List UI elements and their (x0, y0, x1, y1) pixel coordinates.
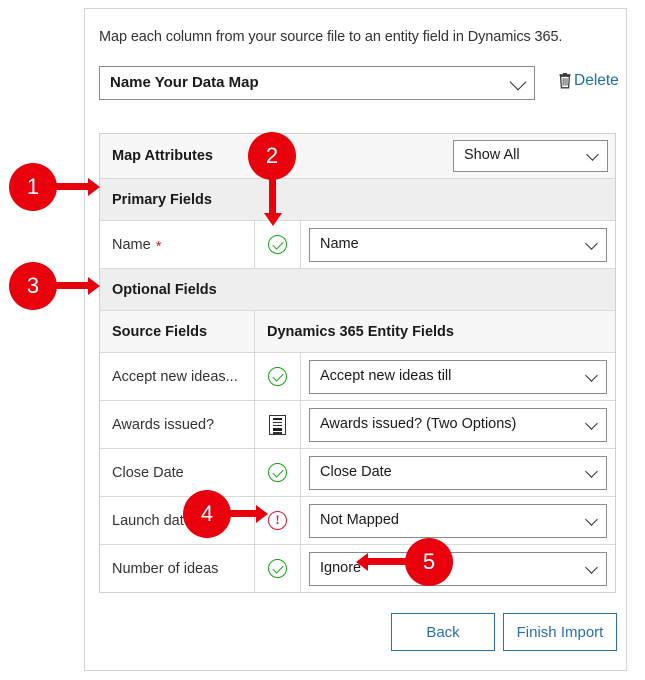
target-field-value: Accept new ideas till (320, 367, 452, 384)
source-field-cell: Close Date (100, 449, 255, 496)
callout-4: 4 (183, 490, 231, 538)
callout-1-arrow-head (88, 177, 100, 196)
callout-2: 2 (248, 132, 296, 180)
optional-fields-label: Optional Fields (112, 281, 217, 298)
list-document-icon (269, 414, 286, 435)
check-circle-icon (268, 559, 287, 578)
target-field-value: Name (320, 235, 359, 252)
primary-fields-label: Primary Fields (112, 191, 212, 208)
callout-5-arrow-line (368, 558, 410, 565)
source-field-cell: Name * (100, 221, 255, 268)
target-field-value: Awards issued? (Two Options) (320, 415, 517, 432)
target-field-cell: Not Mapped (301, 497, 615, 544)
delete-label: Delete (574, 72, 619, 89)
column-header-source: Source Fields (100, 311, 255, 352)
callout-4-arrow-line (228, 510, 258, 517)
delete-map-button[interactable]: Delete (558, 72, 619, 90)
section-header-primary-fields: Primary Fields (100, 178, 615, 220)
callout-5: 5 (405, 538, 453, 586)
mapping-table: Map Attributes Show All Primary Fields N… (99, 133, 616, 593)
back-button[interactable]: Back (391, 613, 495, 651)
source-field-label: Accept new ideas... (112, 368, 238, 385)
show-all-value: Show All (464, 147, 520, 163)
chevron-down-icon (585, 512, 598, 526)
callout-5-arrow-head (356, 552, 368, 571)
data-map-name-value: Name Your Data Map (110, 74, 259, 91)
source-field-cell: Number of ideas (100, 545, 255, 592)
mapping-status-cell (255, 449, 301, 496)
check-circle-icon (268, 367, 287, 386)
target-field-select[interactable]: Close Date (309, 455, 607, 490)
callout-2-arrow-head (263, 213, 282, 226)
finish-import-button[interactable]: Finish Import (503, 613, 617, 651)
required-asterisk: * (155, 238, 162, 255)
chevron-down-icon (585, 368, 598, 382)
mapping-status-cell (255, 221, 301, 268)
table-row: Accept new ideas... Accept new ideas til… (100, 352, 615, 400)
trash-icon (558, 73, 572, 89)
data-map-name-select[interactable]: Name Your Data Map (99, 66, 535, 100)
source-field-label: Launch date (112, 512, 192, 529)
data-map-dialog: Map each column from your source file to… (84, 8, 627, 671)
target-field-cell: Accept new ideas till (301, 353, 615, 400)
chevron-down-icon (585, 236, 598, 250)
chevron-down-icon (585, 464, 598, 478)
mapping-status-cell (255, 353, 301, 400)
intro-text: Map each column from your source file to… (99, 29, 563, 45)
callout-4-arrow-head (256, 504, 268, 523)
check-circle-icon (268, 463, 287, 482)
table-column-headers: Source Fields Dynamics 365 Entity Fields (100, 310, 615, 352)
source-field-label: Close Date (112, 464, 184, 481)
chevron-down-icon (585, 560, 598, 574)
mapping-status-cell (255, 545, 301, 592)
data-map-name-row: Name Your Data Map Delete (99, 66, 619, 102)
target-field-cell: Ignore (301, 545, 615, 592)
target-field-value: Not Mapped (320, 511, 399, 528)
target-field-select[interactable]: Name (309, 227, 607, 262)
map-attributes-label: Map Attributes (112, 148, 213, 164)
source-field-cell: Launch date (100, 497, 255, 544)
target-field-cell: Name (301, 221, 615, 268)
chevron-down-icon (586, 148, 599, 161)
callout-3-arrow-head (88, 276, 100, 295)
mapping-status-cell (255, 401, 301, 448)
target-field-select[interactable]: Ignore (309, 551, 607, 586)
source-field-cell: Awards issued? (100, 401, 255, 448)
warning-circle-icon: ! (268, 511, 287, 530)
target-field-cell: Awards issued? (Two Options) (301, 401, 615, 448)
section-header-optional-fields: Optional Fields (100, 268, 615, 310)
table-row: Awards issued? Awards issued? (Two Optio… (100, 400, 615, 448)
dialog-footer: Back Finish Import (99, 613, 617, 653)
source-field-cell: Accept new ideas... (100, 353, 255, 400)
show-all-filter-select[interactable]: Show All (453, 140, 608, 172)
check-circle-icon (268, 235, 287, 254)
chevron-down-icon (509, 73, 527, 91)
target-field-select[interactable]: Awards issued? (Two Options) (309, 407, 607, 442)
column-header-target: Dynamics 365 Entity Fields (267, 323, 454, 340)
callout-1: 1 (9, 163, 57, 211)
dialog-body: Map each column from your source file to… (97, 9, 619, 670)
target-field-value: Ignore (320, 559, 362, 576)
source-field-label: Awards issued? (112, 416, 215, 433)
target-field-select[interactable]: Accept new ideas till (309, 359, 607, 394)
map-attributes-row: Map Attributes Show All (100, 134, 615, 178)
target-field-value: Close Date (320, 463, 392, 480)
table-row: Name * Name (100, 220, 615, 268)
callout-2-arrow-line (269, 175, 276, 217)
source-field-label: Name (112, 236, 151, 253)
callout-3: 3 (9, 262, 57, 310)
table-row: Close Date Close Date (100, 448, 615, 496)
source-field-label: Number of ideas (112, 560, 219, 577)
table-row: Launch date ! Not Mapped (100, 496, 615, 544)
target-field-select[interactable]: Not Mapped (309, 503, 607, 538)
target-field-cell: Close Date (301, 449, 615, 496)
chevron-down-icon (585, 416, 598, 430)
